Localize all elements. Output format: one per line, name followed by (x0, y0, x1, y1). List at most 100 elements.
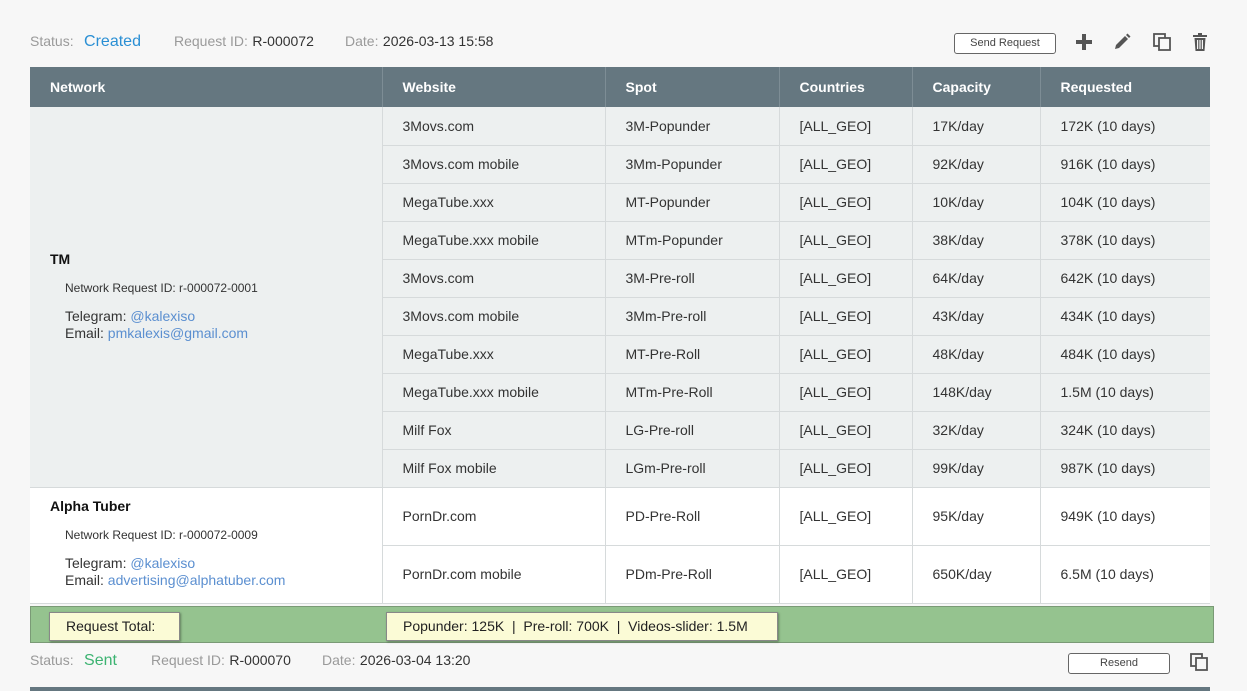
spot-cell: PD-Pre-Roll (605, 487, 780, 546)
spot-cell: 3Mm-Pre-roll (605, 297, 780, 336)
network-contact: Telegram: @kalexiso Email: pmkalexis@gma… (65, 308, 362, 342)
countries-link[interactable]: [ALL_GEO] (779, 183, 913, 222)
countries-link[interactable]: [ALL_GEO] (779, 373, 913, 412)
column-header-website[interactable]: Website (382, 67, 606, 107)
column-header-capacity[interactable]: Capacity (912, 67, 1041, 107)
requested-cell: 6.5M (10 days) (1040, 545, 1210, 604)
telegram-label: Telegram: (65, 308, 127, 325)
request-id-value: R-000072 (252, 33, 314, 49)
requested-cell: 434K (10 days) (1040, 297, 1210, 336)
table-header-row: Network Website Spot Countries Capacity … (30, 67, 1210, 107)
countries-link[interactable]: [ALL_GEO] (779, 145, 913, 184)
network-cell-alpha-tuber: Alpha Tuber Network Request ID: r-000072… (30, 487, 383, 604)
date-field: Date: 2026-03-13 15:58 (345, 30, 493, 53)
network-name: Alpha Tuber (50, 497, 131, 514)
spot-cell: 3M-Pre-roll (605, 259, 780, 298)
requested-cell: 642K (10 days) (1040, 259, 1210, 298)
countries-link[interactable]: [ALL_GEO] (779, 221, 913, 260)
requested-cell: 104K (10 days) (1040, 183, 1210, 222)
spot-cell: MTm-Popunder (605, 221, 780, 260)
network-request-id: Network Request ID: r-000072-0001 (65, 281, 258, 296)
status-field: Status: Sent (30, 649, 117, 672)
capacity-cell: 17K/day (912, 107, 1041, 146)
countries-link[interactable]: [ALL_GEO] (779, 545, 913, 604)
requested-cell: 172K (10 days) (1040, 107, 1210, 146)
telegram-link[interactable]: @kalexiso (130, 555, 195, 571)
countries-link[interactable]: [ALL_GEO] (779, 335, 913, 374)
network-name: TM (50, 251, 71, 268)
countries-link[interactable]: [ALL_GEO] (779, 297, 913, 336)
capacity-cell: 148K/day (912, 373, 1041, 412)
website-cell: 3Movs.com mobile (382, 297, 606, 336)
website-cell: MegaTube.xxx (382, 335, 606, 374)
requested-cell: 949K (10 days) (1040, 487, 1210, 546)
network-cell-tm: TM Network Request ID: r-000072-0001 Tel… (30, 107, 383, 488)
request-total-summary: Popunder: 125K | Pre-roll: 700K | Videos… (386, 612, 778, 641)
website-cell: 3Movs.com (382, 107, 606, 146)
website-cell: Milf Fox (382, 411, 606, 450)
date-value: 2026-03-04 13:20 (359, 652, 471, 668)
spot-cell: LGm-Pre-roll (605, 449, 780, 488)
send-request-button[interactable]: Send Request (954, 33, 1056, 54)
email-link[interactable]: pmkalexis@gmail.com (108, 325, 248, 341)
request-totals-bar: Request Total: Popunder: 125K | Pre-roll… (30, 606, 1214, 643)
requests-table: Network Website Spot Countries Capacity … (30, 67, 1210, 604)
capacity-cell: 48K/day (912, 335, 1041, 374)
column-header-spot[interactable]: Spot (605, 67, 780, 107)
spot-cell: MT-Popunder (605, 183, 780, 222)
date-field: Date: 2026-03-04 13:20 (322, 649, 470, 672)
status-field: Status: Created (30, 30, 141, 53)
spot-cell: MT-Pre-Roll (605, 335, 780, 374)
countries-link[interactable]: [ALL_GEO] (779, 449, 913, 488)
countries-link[interactable]: [ALL_GEO] (779, 259, 913, 298)
spot-cell: MTm-Pre-Roll (605, 373, 780, 412)
capacity-cell: 64K/day (912, 259, 1041, 298)
countries-link[interactable]: [ALL_GEO] (779, 107, 913, 146)
next-table-header (30, 687, 1210, 691)
website-cell: 3Movs.com (382, 259, 606, 298)
request-id-label: Request ID: (151, 652, 225, 668)
website-cell: MegaTube.xxx mobile (382, 373, 606, 412)
capacity-cell: 43K/day (912, 297, 1041, 336)
network-request-id: Network Request ID: r-000072-0009 (65, 527, 258, 542)
network-contact: Telegram: @kalexiso Email: advertising@a… (65, 555, 362, 589)
countries-link[interactable]: [ALL_GEO] (779, 411, 913, 450)
website-cell: 3Movs.com mobile (382, 145, 606, 184)
status-value: Created (84, 33, 141, 50)
table-row: TM Network Request ID: r-000072-0001 Tel… (30, 107, 1210, 488)
plus-icon[interactable] (1072, 30, 1096, 54)
capacity-cell: 650K/day (912, 545, 1041, 604)
request-header: Status: Created Request ID: R-000072 Dat… (30, 30, 1210, 56)
website-cell: MegaTube.xxx (382, 183, 606, 222)
capacity-cell: 95K/day (912, 487, 1041, 546)
telegram-label: Telegram: (65, 554, 127, 571)
capacity-cell: 32K/day (912, 411, 1041, 450)
copy-icon[interactable] (1150, 30, 1174, 54)
requested-cell: 324K (10 days) (1040, 411, 1210, 450)
requested-cell: 1.5M (10 days) (1040, 373, 1210, 412)
capacity-cell: 38K/day (912, 221, 1041, 260)
date-label: Date: (322, 652, 356, 668)
pencil-icon[interactable] (1110, 30, 1134, 54)
requested-cell: 378K (10 days) (1040, 221, 1210, 260)
email-label: Email: (65, 325, 104, 342)
request-total-label: Request Total: (49, 612, 180, 641)
countries-link[interactable]: [ALL_GEO] (779, 487, 913, 546)
copy-icon[interactable] (1187, 650, 1211, 674)
requested-cell: 916K (10 days) (1040, 145, 1210, 184)
column-header-network[interactable]: Network (30, 67, 383, 107)
resend-button[interactable]: Resend (1068, 653, 1170, 674)
website-cell: PornDr.com mobile (382, 545, 606, 604)
website-cell: Milf Fox mobile (382, 449, 606, 488)
website-cell: MegaTube.xxx mobile (382, 221, 606, 260)
column-header-countries[interactable]: Countries (779, 67, 913, 107)
telegram-link[interactable]: @kalexiso (130, 308, 195, 324)
request-id-field: Request ID: R-000072 (174, 30, 314, 53)
spot-cell: LG-Pre-roll (605, 411, 780, 450)
trash-icon[interactable] (1188, 30, 1212, 54)
request-id-field: Request ID: R-000070 (151, 649, 291, 672)
status-label: Status: (30, 652, 74, 668)
email-link[interactable]: advertising@alphatuber.com (108, 572, 286, 588)
column-header-requested[interactable]: Requested (1040, 67, 1210, 107)
request-id-label: Request ID: (174, 33, 248, 49)
